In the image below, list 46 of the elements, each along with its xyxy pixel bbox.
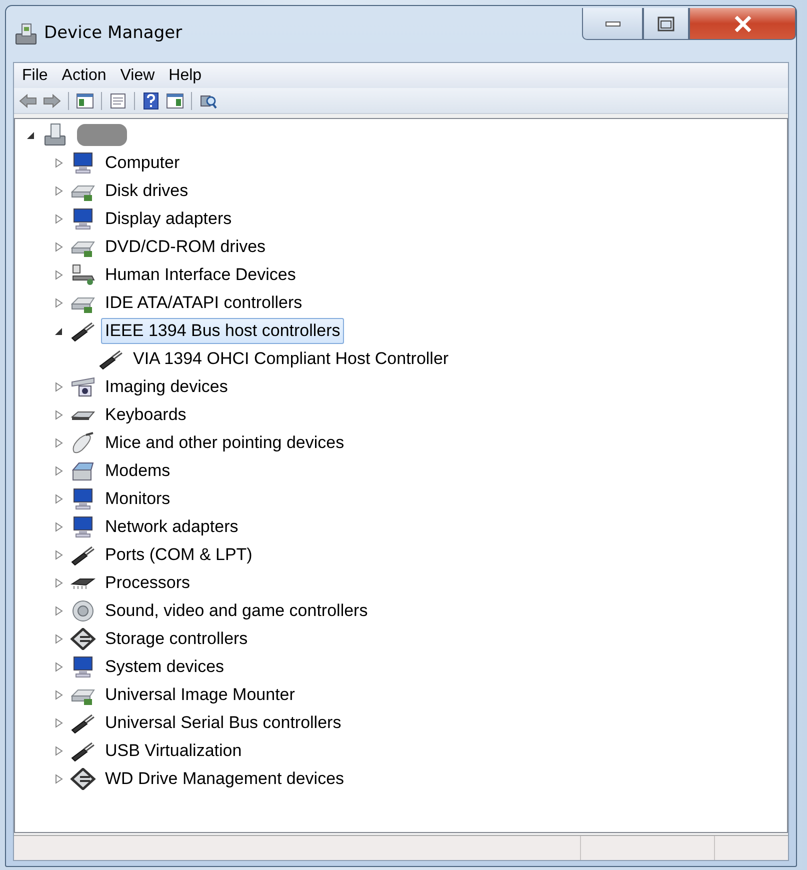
close-button[interactable]: [689, 8, 796, 40]
plug-icon: [70, 740, 96, 762]
tree-item[interactable]: Monitors: [101, 486, 174, 512]
tree-item[interactable]: Ports (COM & LPT): [101, 542, 256, 568]
tree-item[interactable]: Disk drives: [101, 178, 192, 204]
tree-item[interactable]: DVD/CD-ROM drives: [101, 234, 270, 260]
tree-item[interactable]: IEEE 1394 Bus host controllers: [101, 318, 344, 344]
speaker-icon: [70, 600, 96, 622]
tree-item[interactable]: Storage controllers: [101, 626, 252, 652]
menu-item[interactable]: Help: [162, 66, 210, 84]
menu-item[interactable]: File: [16, 66, 56, 84]
tree-item[interactable]: Keyboards: [101, 402, 190, 428]
minimize-button[interactable]: [582, 8, 643, 40]
menu-item[interactable]: Action: [56, 66, 114, 84]
tree-item[interactable]: Imaging devices: [101, 374, 232, 400]
diamond-icon: [70, 768, 96, 790]
maximize-button[interactable]: [643, 8, 689, 40]
plug-icon: [70, 712, 96, 734]
plug-icon: [70, 544, 96, 566]
minimize-icon: [604, 20, 620, 26]
diamond-icon: [70, 628, 96, 650]
mouse-icon: [70, 432, 96, 454]
tree-item[interactable]: VIA 1394 OHCI Compliant Host Controller: [129, 346, 453, 372]
tree-item[interactable]: USB Virtualization: [101, 738, 246, 764]
plug-icon: [98, 348, 124, 370]
tree-item[interactable]: Mice and other pointing devices: [101, 430, 348, 456]
close-icon: [732, 16, 752, 32]
tree-item[interactable]: Processors: [101, 570, 194, 596]
plug-icon: [70, 320, 96, 342]
tree-item[interactable]: Modems: [101, 458, 174, 484]
menu-item[interactable]: View: [114, 66, 163, 84]
tree-item[interactable]: Sound, video and game controllers: [101, 598, 372, 624]
tree-item[interactable]: Universal Serial Bus controllers: [101, 710, 346, 736]
tree-item[interactable]: Universal Image Mounter: [101, 682, 299, 708]
tree-item[interactable]: Computer: [101, 150, 184, 176]
maximize-icon: [657, 16, 675, 32]
tree-item[interactable]: WD Drive Management devices: [101, 766, 348, 792]
computer-icon: [14, 22, 38, 46]
tree-item[interactable]: System devices: [101, 654, 228, 680]
window-title: Device Manager: [44, 23, 182, 43]
computer-icon: [42, 123, 68, 147]
tree-item[interactable]: Display adapters: [101, 206, 236, 232]
tree-item[interactable]: IDE ATA/ATAPI controllers: [101, 290, 306, 316]
tree-item[interactable]: Network adapters: [101, 514, 242, 540]
tree-item[interactable]: Human Interface Devices: [101, 262, 300, 288]
camera-icon: [70, 376, 96, 398]
